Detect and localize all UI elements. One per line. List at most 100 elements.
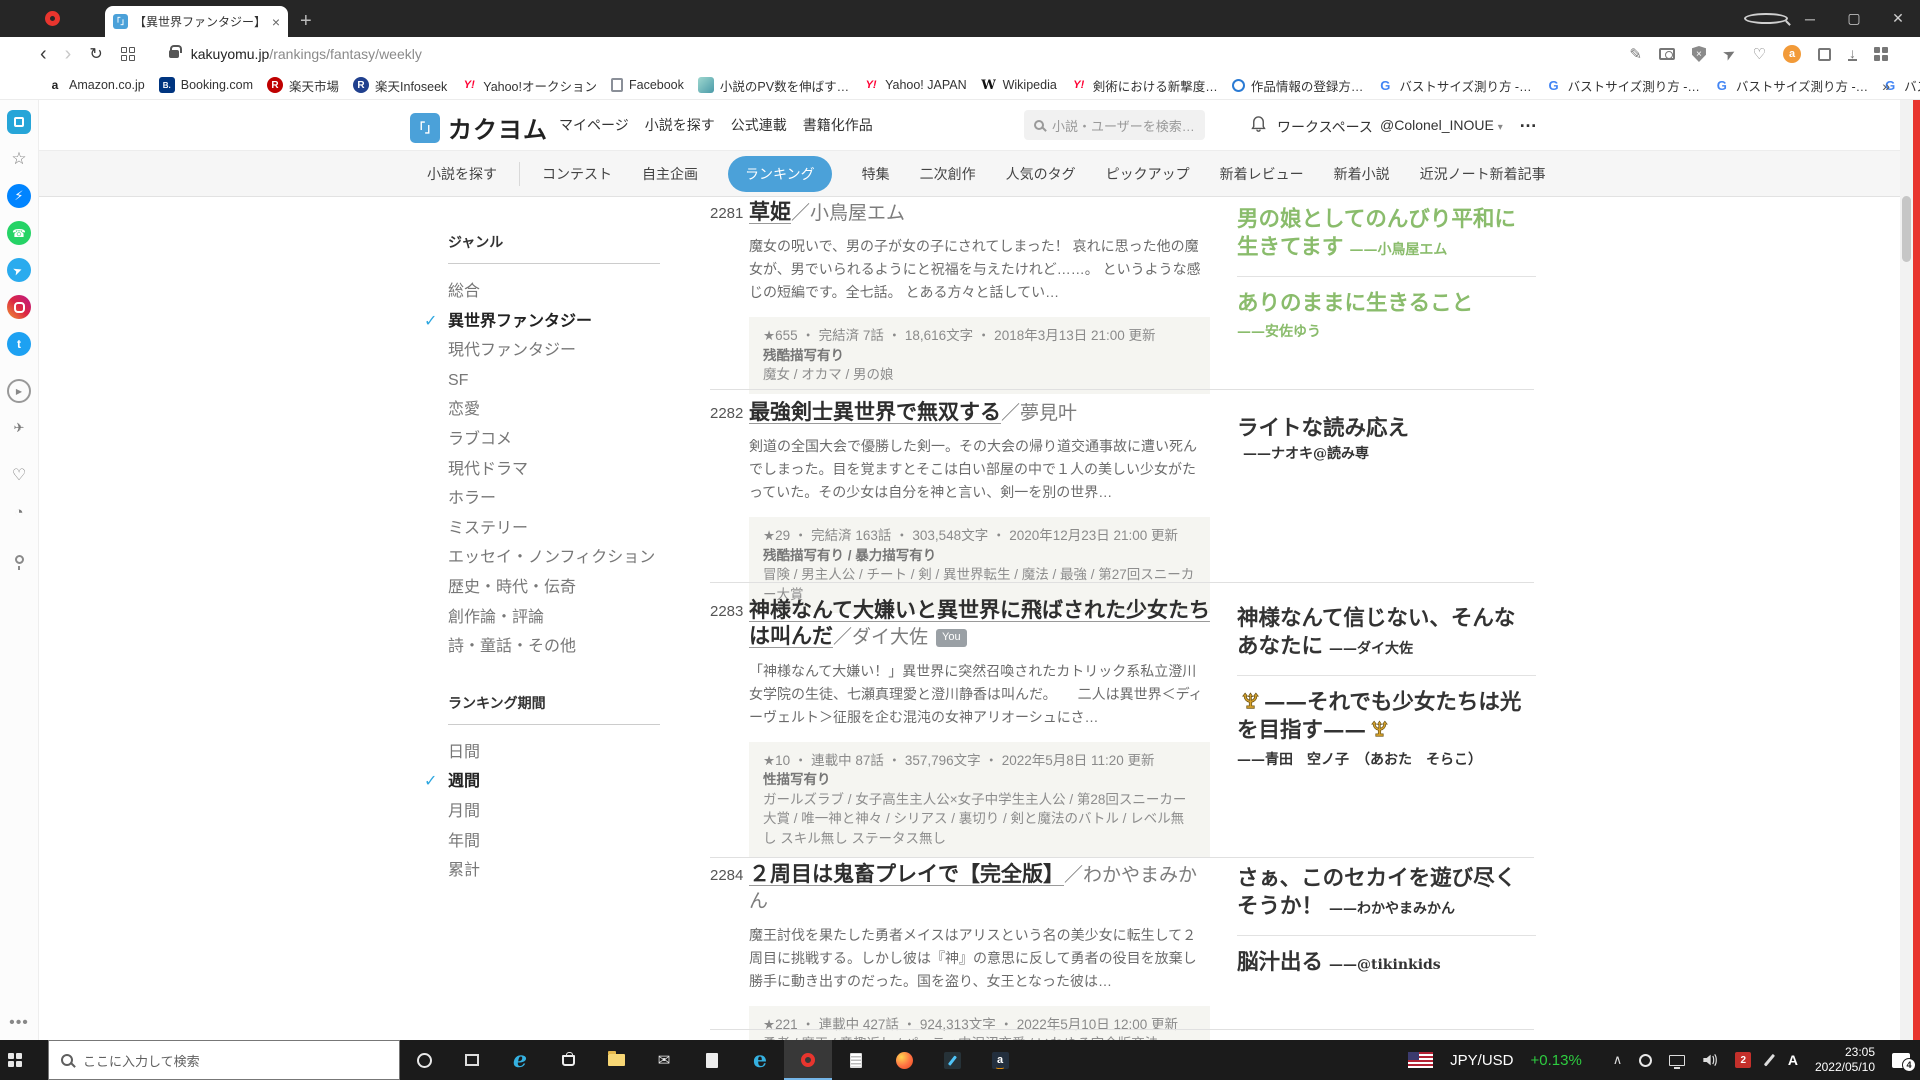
subnav-item[interactable]: 小説を探す	[427, 164, 497, 184]
work-title-link[interactable]: 最強剣士異世界で無双する	[749, 401, 1001, 424]
period-item[interactable]: ✓年間	[448, 827, 660, 857]
subnav-item[interactable]: 特集	[862, 164, 890, 184]
bookmark-item[interactable]: Y! 剣術における新撃度…	[1064, 76, 1225, 95]
review-item[interactable]: ライトな読み応え——ナオキ@読み専	[1237, 415, 1536, 463]
work-title-link[interactable]: 神様なんて大嫌いと異世界に飛ばされた少女たちは叫んだ	[749, 599, 1210, 648]
panels-icon[interactable]	[1874, 47, 1888, 61]
subnav-item[interactable]: ピックアップ	[1106, 164, 1190, 184]
work-title-link[interactable]: ２周目は鬼畜プレイで【完全版】	[749, 863, 1064, 886]
document-taskbar-icon[interactable]	[688, 1040, 736, 1080]
bookmark-item[interactable]: R 楽天Infoseek	[346, 76, 454, 95]
subnav-item[interactable]: 新着小説	[1334, 164, 1390, 184]
workspace-link[interactable]: ワークスペース	[1277, 117, 1373, 137]
bookmark-item[interactable]: B. Booking.com	[152, 77, 260, 93]
review-item[interactable]: ——それでも少女たちは光を目指す—— ——青田 空ノ子 （あおた そらこ）	[1237, 689, 1536, 769]
amazon-taskbar-icon[interactable]: a	[976, 1040, 1024, 1080]
review-item[interactable]: 神様なんて信じない、そんなあなたに ——ダイ大佐	[1237, 605, 1536, 662]
bookmark-item[interactable]: G バストサイズ測り方 -…	[1707, 76, 1875, 95]
browser-tab[interactable]: 「」 【異世界ファンタジー】週間ラン ×	[105, 6, 288, 37]
review-author[interactable]: ——わかやまみかん	[1329, 901, 1455, 917]
reload-button[interactable]: ↻	[89, 44, 102, 64]
genre-item[interactable]: ✓ミステリー	[448, 514, 660, 544]
genre-item[interactable]: ✓総合	[448, 277, 660, 307]
edge-taskbar-icon[interactable]: e	[496, 1040, 544, 1080]
page-scrollbar[interactable]	[1900, 100, 1913, 1040]
action-center-icon[interactable]: 4	[1892, 1052, 1916, 1072]
subnav-item[interactable]: 人気のタグ	[1006, 164, 1076, 184]
kakuyomu-logo[interactable]: 「」 カクヨム	[410, 110, 548, 145]
tray-chevron-icon[interactable]: ∧	[1613, 1052, 1623, 1068]
taskbar-clock[interactable]: 23:05 2022/05/10	[1815, 1045, 1875, 1075]
window-minimize-button[interactable]: ─	[1788, 11, 1832, 27]
speed-dial-icon[interactable]	[120, 47, 135, 61]
network-tray-icon[interactable]	[1669, 1054, 1686, 1069]
history-icon[interactable]: ◔	[7, 500, 31, 524]
bookmark-item[interactable]: G バストサイズ測り方 -…	[1539, 76, 1707, 95]
header-more-button[interactable]: …	[1519, 111, 1539, 132]
currency-pair[interactable]: JPY/USD	[1450, 1052, 1513, 1069]
subnav-item[interactable]: 新着レビュー	[1220, 164, 1304, 184]
extensions-icon[interactable]	[1818, 47, 1831, 61]
review-item[interactable]: ありのままに生きること ——安佐ゆう	[1237, 290, 1536, 341]
start-button[interactable]	[0, 1040, 48, 1080]
bookmark-item[interactable]: 作品情報の登録方…	[1225, 76, 1371, 95]
bookmark-heart-icon[interactable]: ♡	[1753, 45, 1766, 63]
bookmark-item[interactable]: G バストサイズ測り方 -…	[1370, 76, 1538, 95]
genre-item[interactable]: ✓詩・童話・その他	[448, 632, 660, 662]
instagram-icon[interactable]	[7, 295, 31, 319]
genre-item[interactable]: ✓ 異世界ファンタジー	[424, 307, 660, 337]
bookmark-item[interactable]: Facebook	[604, 78, 691, 92]
account-avatar[interactable]: a	[1783, 45, 1801, 63]
site-search-input[interactable]: 小説・ユーザーを検索…	[1024, 110, 1205, 140]
work-title-link[interactable]: 草姫	[749, 201, 791, 224]
bookmark-item[interactable]: 小説のPV数を伸ばす…	[691, 76, 856, 95]
period-item[interactable]: ✓累計	[448, 856, 660, 886]
subnav-item[interactable]: 自主企画	[642, 164, 698, 184]
genre-item[interactable]: ✓SF	[448, 366, 660, 396]
edit-icon[interactable]: ✎	[1629, 45, 1642, 63]
bookmark-item[interactable]: a Amazon.co.jp	[40, 77, 152, 93]
work-author[interactable]: ／ダイ大佐	[833, 627, 928, 648]
notepad-taskbar-icon[interactable]	[832, 1040, 880, 1080]
opera-menu-button[interactable]	[0, 0, 105, 37]
review-item[interactable]: さぁ、このセカイを遊び尽くそうか！ ——わかやまみかん	[1237, 865, 1536, 922]
pinboard-heart-icon[interactable]: ♡	[7, 463, 31, 487]
genre-item[interactable]: ✓現代ドラマ	[448, 455, 660, 485]
bookmark-item[interactable]: Y! Yahoo!オークション	[454, 76, 604, 95]
review-author[interactable]: ——ナオキ@読み専	[1243, 446, 1369, 462]
update-tray-icon[interactable]: 2	[1735, 1052, 1752, 1068]
onedrive-tray-icon[interactable]	[1639, 1053, 1653, 1067]
tab-close-icon[interactable]: ×	[272, 14, 280, 30]
genre-item[interactable]: ✓ラブコメ	[448, 425, 660, 455]
download-icon[interactable]: ↓	[1848, 46, 1857, 61]
url-field[interactable]: kakuyomu.jp/rankings/fantasy/weekly	[191, 46, 422, 62]
work-author[interactable]: ／夢見叶	[1001, 403, 1077, 424]
work-tags[interactable]: 魔女 / オカマ / 男の娘	[763, 365, 1196, 385]
volume-tray-icon[interactable]	[1702, 1053, 1718, 1067]
genre-item[interactable]: ✓ホラー	[448, 484, 660, 514]
bookmarks-star-icon[interactable]: ☆	[7, 147, 31, 171]
sidebar-more-icon[interactable]: •••	[9, 1014, 29, 1032]
back-button[interactable]: ‹	[40, 43, 47, 66]
telegram-icon[interactable]: ➤	[7, 258, 31, 282]
ime-mode-icon[interactable]: A	[1788, 1052, 1798, 1068]
my-flow-plane-icon[interactable]: ✈	[7, 416, 31, 440]
bookmark-item[interactable]: Y! Yahoo! JAPAN	[856, 77, 974, 93]
period-item[interactable]: ✓月間	[448, 797, 660, 827]
header-nav-link[interactable]: 小説を探す	[645, 115, 715, 135]
lock-icon[interactable]	[168, 45, 182, 58]
bookmark-item[interactable]: R 楽天市場	[260, 76, 346, 95]
cortana-button[interactable]	[400, 1040, 448, 1080]
window-maximize-button[interactable]: ▢	[1832, 10, 1876, 27]
review-author[interactable]: ——安佐ゆう	[1237, 321, 1536, 341]
forward-button[interactable]: ›	[65, 43, 72, 66]
pen-tool-taskbar-icon[interactable]	[928, 1040, 976, 1080]
adblock-shield-icon[interactable]: ×	[1691, 46, 1706, 62]
subnav-item[interactable]: 二次創作	[920, 164, 976, 184]
genre-item[interactable]: ✓歴史・時代・伝奇	[448, 573, 660, 603]
review-item[interactable]: 男の娘としてのんびり平和に生きてます ——小鳥屋エム	[1237, 206, 1536, 263]
work-author[interactable]: ／小鳥屋エム	[791, 203, 905, 224]
task-view-button[interactable]	[448, 1040, 496, 1080]
pen-tray-icon[interactable]	[1764, 1053, 1776, 1067]
new-tab-button[interactable]: +	[300, 8, 312, 34]
